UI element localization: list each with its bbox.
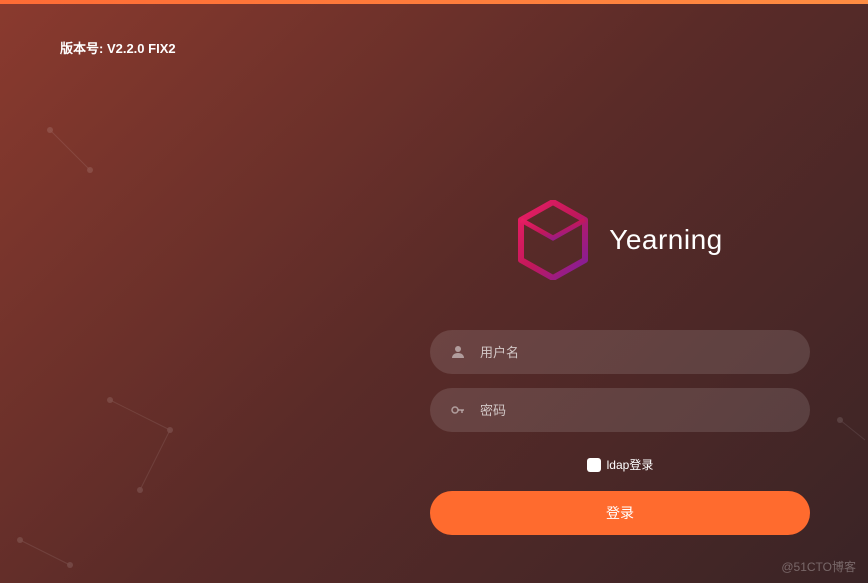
username-input[interactable]: [480, 345, 790, 360]
watermark: @51CTO博客: [781, 558, 856, 575]
login-button[interactable]: 登录: [430, 491, 810, 535]
password-input-group[interactable]: [430, 388, 810, 432]
ldap-checkbox-label: ldap登录: [607, 456, 654, 473]
version-label: 版本号: V2.2.0 FIX2: [60, 38, 176, 57]
login-button-label: 登录: [606, 503, 634, 523]
key-icon: [450, 402, 466, 418]
user-icon: [450, 344, 466, 360]
app-title: Yearning: [609, 224, 723, 256]
login-form: Yearning ldap登录 登录: [420, 200, 820, 535]
ldap-checkbox-row[interactable]: ldap登录: [587, 456, 654, 473]
logo-row: Yearning: [517, 200, 723, 280]
ldap-checkbox[interactable]: [587, 458, 601, 472]
cube-logo-icon: [517, 200, 589, 280]
password-input[interactable]: [480, 403, 790, 418]
username-input-group[interactable]: [430, 330, 810, 374]
